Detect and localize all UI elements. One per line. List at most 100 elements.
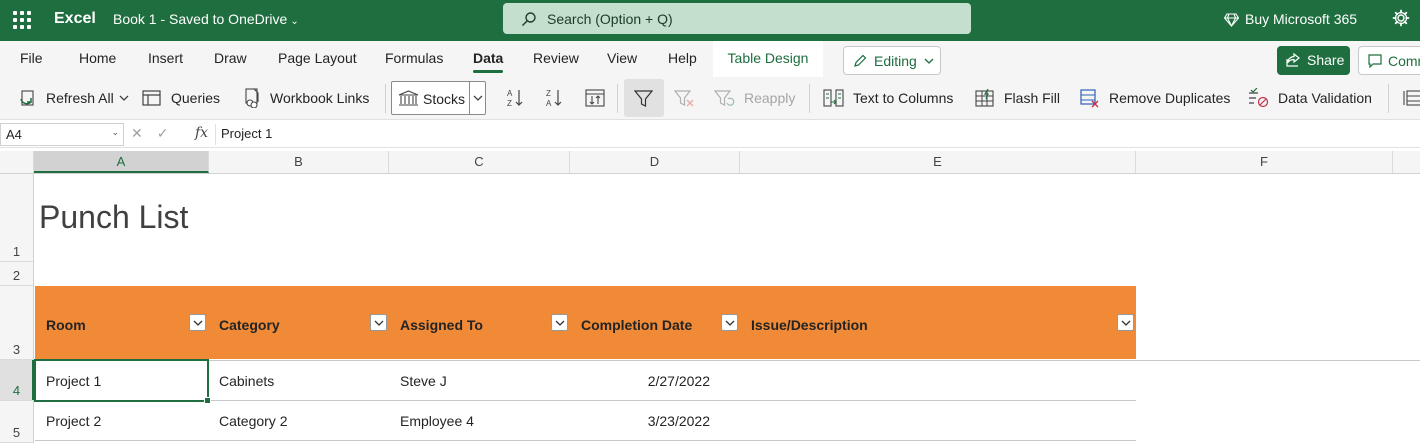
table-header-issue-description[interactable]: Issue/Description (751, 317, 868, 333)
chevron-down-icon (555, 320, 565, 326)
reapply-label: Reapply (744, 90, 796, 106)
column-header-f[interactable]: F (1136, 151, 1393, 173)
table-cell[interactable]: Steve J (400, 373, 447, 389)
buy-microsoft-365-link[interactable]: Buy Microsoft 365 (1223, 11, 1357, 28)
comments-button[interactable]: Comments (1358, 46, 1420, 75)
clear-filter-button[interactable] (674, 77, 704, 119)
name-box[interactable]: A4 ⌄ (0, 123, 124, 146)
remove-duplicates-button[interactable]: Remove Duplicates (1080, 77, 1230, 119)
row-header-5[interactable]: 5 (0, 401, 34, 443)
share-label: Share (1307, 52, 1345, 68)
stocks-dropdown[interactable] (469, 82, 486, 114)
data-validation-button[interactable]: Data Validation (1248, 77, 1372, 119)
insert-function-icon[interactable]: fx (195, 125, 208, 141)
app-name[interactable]: Excel (54, 10, 96, 28)
flash-fill-button[interactable]: Flash Fill (975, 77, 1060, 119)
row-header-3[interactable]: 3 (0, 286, 34, 360)
table-cell[interactable]: 3/23/2022 (570, 413, 710, 429)
refresh-icon (20, 89, 34, 106)
column-header-b[interactable]: B (209, 151, 389, 173)
chevron-down-icon (374, 320, 384, 326)
share-icon (1286, 53, 1300, 67)
comment-icon (1368, 54, 1382, 68)
table-header-assigned-to[interactable]: Assigned To (400, 317, 483, 333)
app-launcher-icon[interactable] (13, 11, 31, 29)
row-header-4[interactable]: 4 (0, 360, 34, 401)
sheet-title-cell[interactable]: Punch List (39, 199, 188, 236)
tab-file[interactable]: File (20, 50, 43, 66)
bank-icon (398, 90, 419, 106)
chevron-down-icon (725, 320, 735, 326)
reapply-icon (714, 89, 735, 106)
toolbar-divider (385, 84, 386, 113)
table-header-completion-date[interactable]: Completion Date (581, 317, 692, 333)
column-header-d[interactable]: D (570, 151, 740, 173)
refresh-all-button[interactable]: Refresh All (18, 77, 129, 119)
formula-input[interactable]: Project 1 (221, 126, 272, 141)
chevron-down-icon (1121, 320, 1131, 326)
row-number: 1 (12, 244, 21, 259)
clear-filter-icon (674, 89, 694, 106)
chevron-down-icon: ⌄ (111, 127, 119, 137)
tab-formulas[interactable]: Formulas (385, 50, 443, 66)
tab-page-layout[interactable]: Page Layout (278, 50, 357, 66)
document-title[interactable]: Book 1 - Saved to OneDrive ⌄ (113, 11, 299, 27)
chevron-down-icon (119, 95, 129, 101)
tab-view[interactable]: View (607, 50, 637, 66)
tab-insert[interactable]: Insert (148, 50, 183, 66)
check-icon[interactable]: ✓ (157, 125, 169, 141)
table-cell[interactable]: Category 2 (219, 413, 287, 429)
column-header-e[interactable]: E (740, 151, 1136, 173)
share-button[interactable]: Share (1277, 46, 1350, 75)
editing-mode-button[interactable]: Editing (843, 46, 941, 75)
tab-table-design[interactable]: Table Design (713, 41, 823, 77)
filter-dropdown-room[interactable] (189, 314, 206, 331)
column-header-a[interactable]: A (34, 151, 209, 173)
remove-duplicates-icon (1080, 89, 1099, 108)
queries-button[interactable]: Queries (142, 77, 220, 119)
search-box[interactable]: Search (Option + Q) (503, 3, 971, 34)
chevron-down-icon (924, 58, 934, 64)
table-cell[interactable]: 2/27/2022 (570, 373, 710, 389)
reapply-button[interactable]: Reapply (714, 77, 795, 119)
filter-button[interactable] (624, 79, 664, 117)
formula-actions: ✕ ✓ (131, 125, 168, 142)
gear-icon[interactable] (1392, 9, 1410, 27)
name-box-value: A4 (6, 127, 22, 142)
comments-label: Comments (1388, 53, 1420, 69)
text-to-columns-button[interactable]: Text to Columns (823, 77, 953, 119)
workbook-links-button[interactable]: Workbook Links (243, 77, 369, 119)
cancel-icon[interactable]: ✕ (131, 125, 143, 141)
tab-help[interactable]: Help (668, 50, 697, 66)
custom-sort-button[interactable] (585, 77, 614, 119)
tab-review[interactable]: Review (533, 50, 579, 66)
document-title-label: Book 1 - Saved to OneDrive (113, 11, 288, 27)
table-header-category[interactable]: Category (219, 317, 280, 333)
sort-descending-icon: ZA (546, 89, 562, 108)
more-tools-button[interactable] (1402, 77, 1420, 119)
workbook-links-label: Workbook Links (270, 90, 370, 106)
table-cell[interactable]: Cabinets (219, 373, 274, 389)
diamond-icon (1223, 13, 1240, 28)
select-all-corner[interactable] (0, 151, 34, 173)
search-icon (522, 12, 536, 26)
sort-ascending-button[interactable]: AZ (506, 77, 534, 119)
filter-dropdown-issue-description[interactable] (1117, 314, 1134, 331)
tab-data[interactable]: Data (473, 50, 504, 73)
sort-descending-button[interactable]: ZA (545, 77, 573, 119)
flash-fill-label: Flash Fill (1004, 90, 1061, 106)
column-header-c[interactable]: C (389, 151, 570, 173)
table-cell[interactable]: Project 2 (46, 413, 101, 429)
table-cell[interactable]: Employee 4 (400, 413, 474, 429)
filter-dropdown-completion-date[interactable] (721, 314, 738, 331)
tab-home[interactable]: Home (79, 50, 116, 66)
formula-bar: A4 ⌄ ✕ ✓ fx Project 1 (0, 121, 1420, 148)
filter-dropdown-category[interactable] (370, 314, 387, 331)
queries-label: Queries (171, 90, 221, 106)
stocks-data-type-button[interactable]: Stocks (391, 81, 486, 115)
row-header-1[interactable]: 1 (0, 174, 34, 262)
row-header-2[interactable]: 2 (0, 262, 34, 286)
tab-draw[interactable]: Draw (214, 50, 247, 66)
filter-dropdown-assigned-to[interactable] (551, 314, 568, 331)
table-header-room[interactable]: Room (46, 317, 86, 333)
